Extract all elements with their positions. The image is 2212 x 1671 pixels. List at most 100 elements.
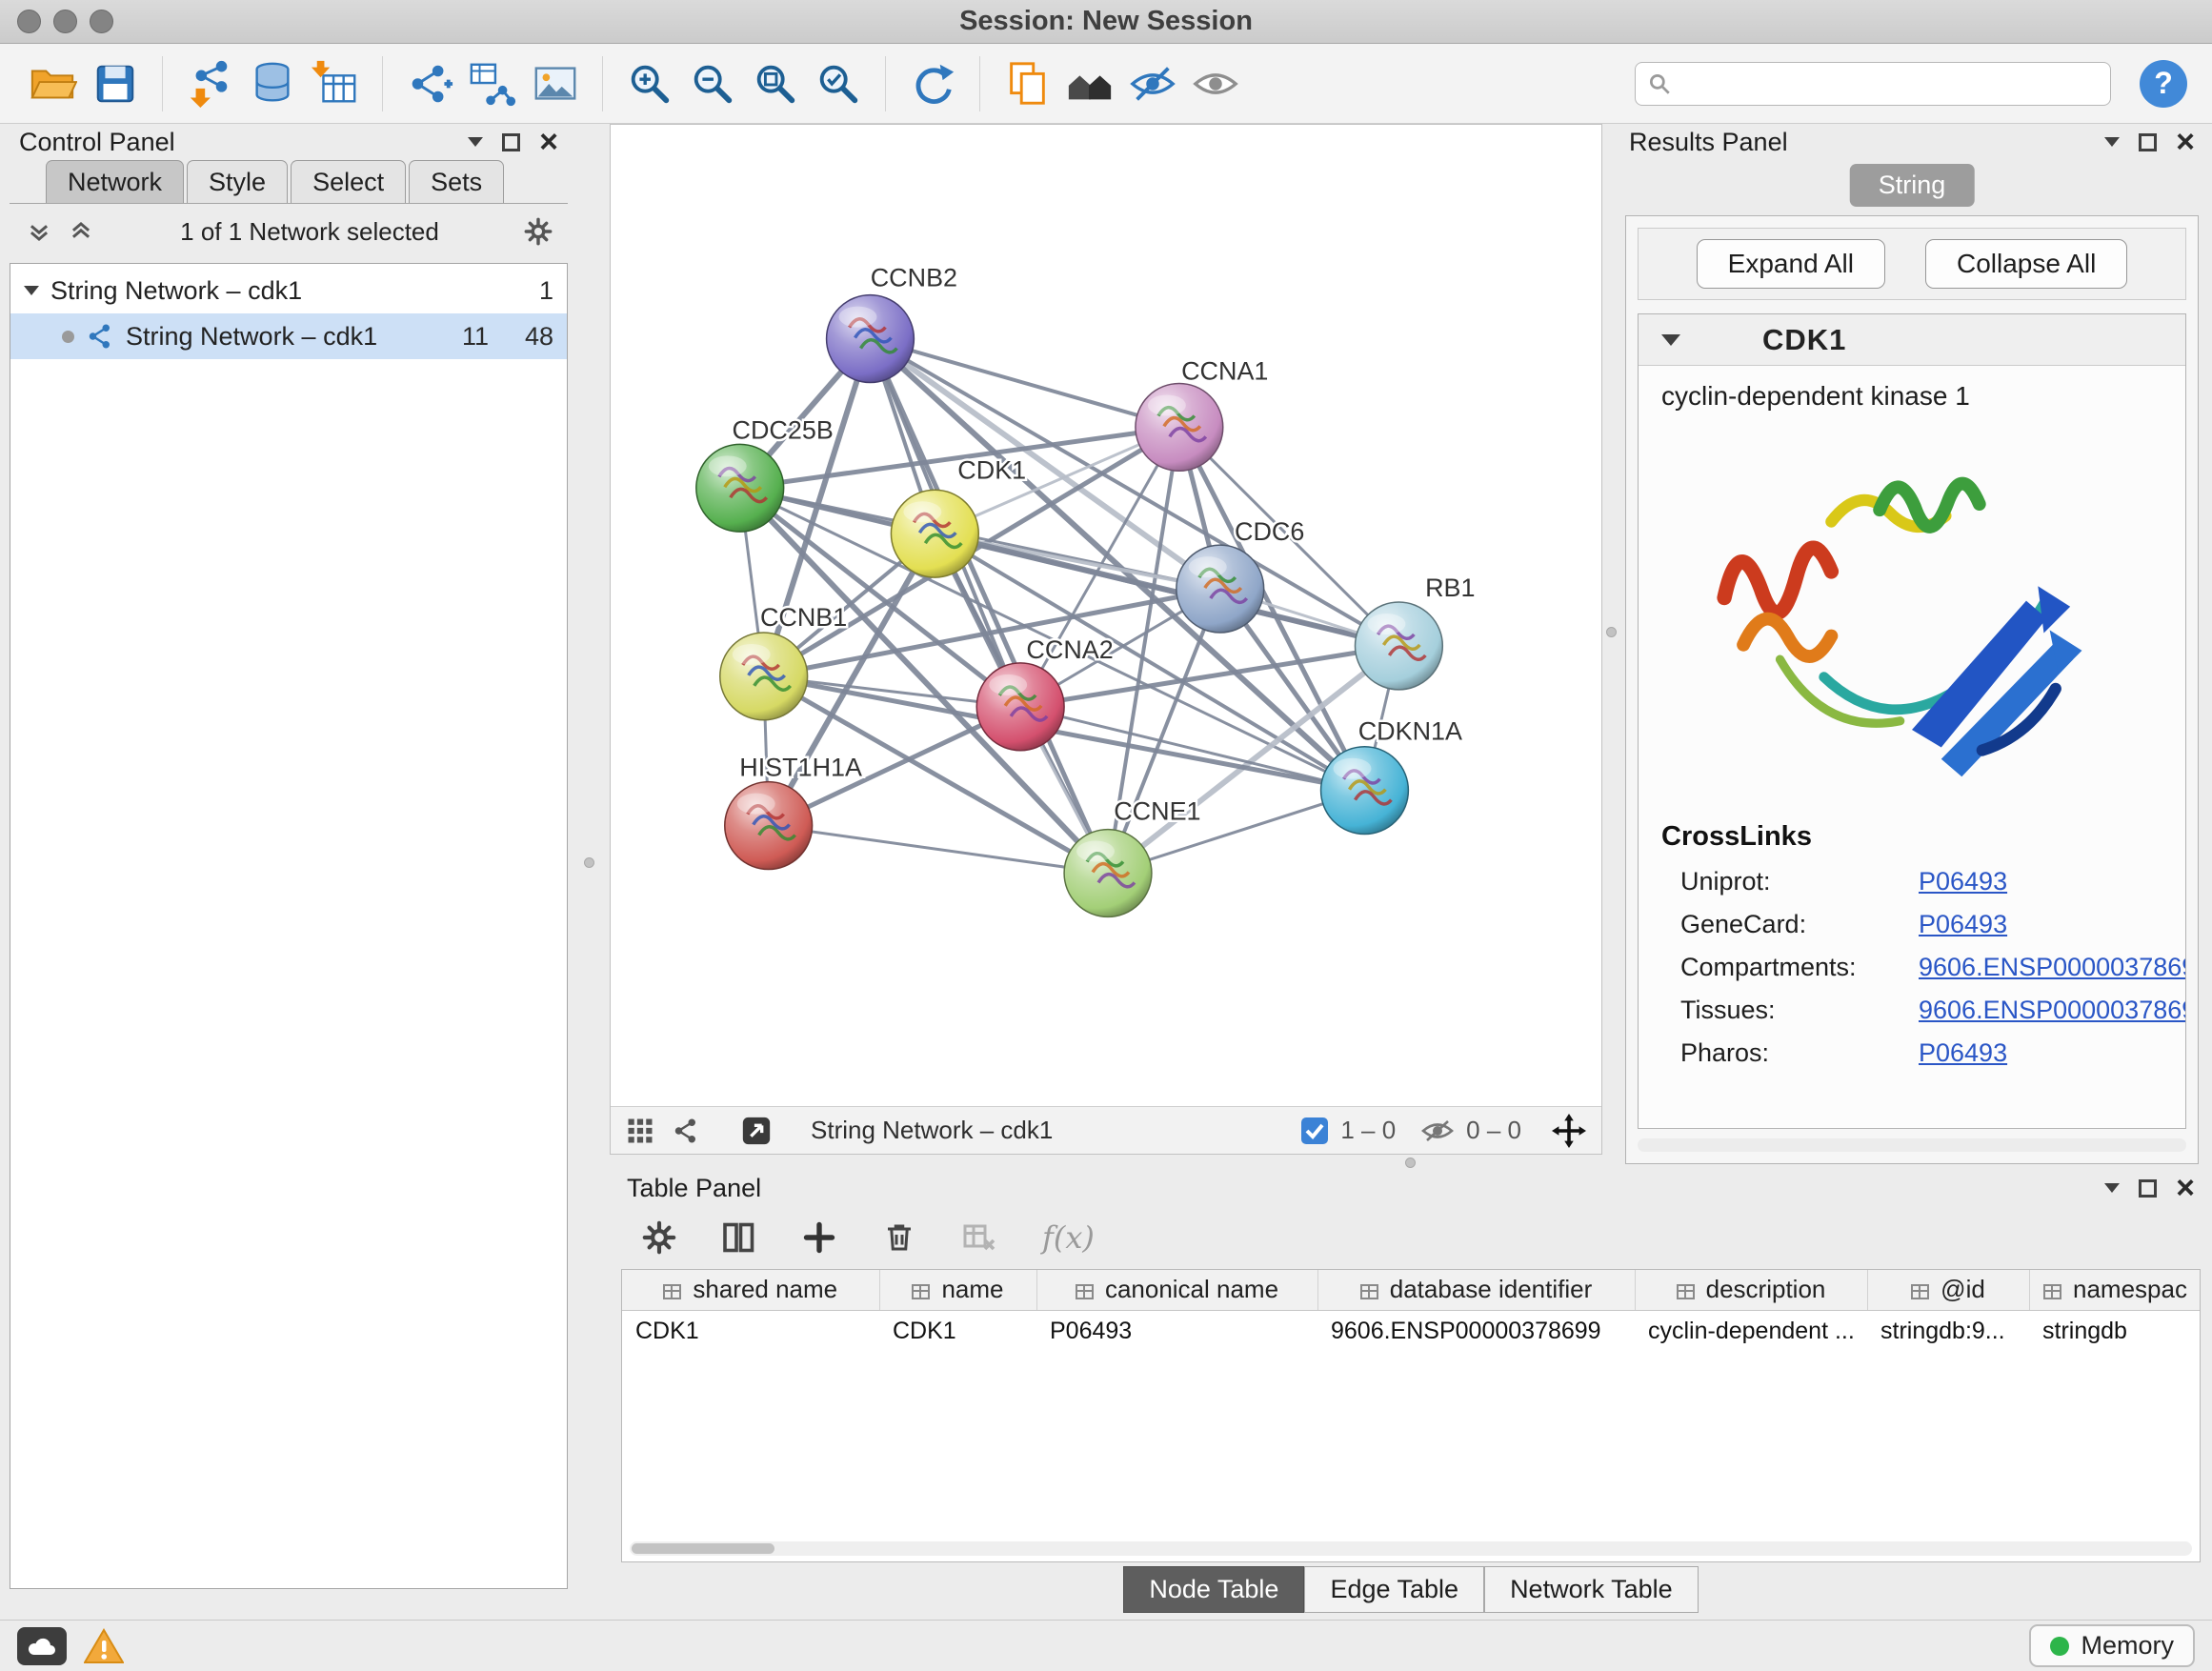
search-input[interactable] bbox=[1681, 69, 2099, 98]
maximize-panel-icon[interactable] bbox=[2139, 1179, 2157, 1198]
table-cell[interactable]: P06493 bbox=[1036, 1310, 1317, 1352]
collapse-entry-icon[interactable] bbox=[1661, 334, 1680, 346]
vertical-splitter-handle[interactable] bbox=[1606, 627, 1617, 637]
zoom-selected-icon[interactable] bbox=[811, 55, 866, 112]
tissues-link[interactable]: 9606.ENSP00000378699 bbox=[1919, 996, 2186, 1025]
tab-network[interactable]: Network bbox=[46, 160, 184, 203]
network-edge[interactable] bbox=[870, 339, 1108, 874]
export-network-icon[interactable] bbox=[740, 1115, 773, 1147]
node-result-description: cyclin-dependent kinase 1 bbox=[1639, 366, 2185, 417]
table-cell[interactable]: 9606.ENSP00000378699 bbox=[1317, 1310, 1635, 1352]
network-overview-icon[interactable] bbox=[672, 1117, 700, 1145]
table-cell[interactable]: stringdb:9... bbox=[1867, 1310, 2029, 1352]
delete-column-icon[interactable] bbox=[882, 1220, 916, 1255]
tab-string[interactable]: String bbox=[1850, 164, 1975, 207]
maximize-panel-icon[interactable] bbox=[502, 133, 520, 151]
close-panel-icon[interactable]: × bbox=[2176, 1172, 2195, 1204]
close-panel-icon[interactable]: × bbox=[2176, 126, 2195, 158]
horizontal-splitter-handle[interactable] bbox=[1405, 1158, 1416, 1168]
tab-style[interactable]: Style bbox=[187, 160, 288, 203]
column-header[interactable]: namespac bbox=[2029, 1270, 2201, 1310]
warning-icon[interactable] bbox=[84, 1628, 124, 1664]
network-graph[interactable]: CCNB2CCNA1CDC25BCDK1CDC6RB1CCNB1CCNA2CDK… bbox=[611, 125, 1601, 1106]
tab-network-table[interactable]: Network Table bbox=[1484, 1566, 1699, 1613]
import-network-file-icon[interactable] bbox=[182, 55, 237, 112]
export-image-icon[interactable] bbox=[528, 55, 583, 112]
zoom-out-icon[interactable] bbox=[685, 55, 740, 112]
add-column-icon[interactable] bbox=[802, 1220, 836, 1255]
open-session-icon[interactable] bbox=[25, 55, 80, 112]
tab-node-table[interactable]: Node Table bbox=[1123, 1566, 1304, 1613]
hidden-eye-icon[interactable] bbox=[1420, 1117, 1455, 1144]
compartments-link[interactable]: 9606.ENSP00000378699 bbox=[1919, 953, 2186, 982]
close-window-button[interactable] bbox=[17, 10, 41, 33]
show-all-icon[interactable] bbox=[1188, 55, 1243, 112]
table-horizontal-scrollbar[interactable] bbox=[630, 1541, 2192, 1556]
collapse-all-icon[interactable] bbox=[25, 217, 53, 246]
float-panel-icon[interactable] bbox=[468, 137, 483, 147]
vertical-splitter-handle[interactable] bbox=[584, 857, 594, 868]
network-from-table-icon[interactable] bbox=[465, 55, 520, 112]
tab-select[interactable]: Select bbox=[291, 160, 406, 203]
network-collection-row[interactable]: String Network – cdk1 1 bbox=[10, 268, 567, 313]
table-cell[interactable]: CDK1 bbox=[622, 1310, 879, 1352]
search-box[interactable] bbox=[1635, 62, 2111, 106]
table-cell[interactable]: stringdb bbox=[2029, 1310, 2201, 1352]
network-view-title: String Network – cdk1 bbox=[811, 1116, 1053, 1145]
uniprot-link[interactable]: P06493 bbox=[1919, 867, 2007, 896]
help-icon[interactable]: ? bbox=[2140, 60, 2187, 108]
zoom-in-icon[interactable] bbox=[622, 55, 677, 112]
birdseye-view-icon[interactable] bbox=[1062, 55, 1117, 112]
grid-view-icon[interactable] bbox=[626, 1117, 654, 1145]
collapse-all-button[interactable]: Collapse All bbox=[1925, 239, 2127, 289]
hide-selected-icon[interactable] bbox=[1125, 55, 1180, 112]
tab-sets[interactable]: Sets bbox=[409, 160, 504, 203]
scrollbar-thumb[interactable] bbox=[632, 1543, 774, 1554]
show-columns-icon[interactable] bbox=[722, 1220, 756, 1255]
fit-selected-crosshair-icon[interactable] bbox=[1552, 1114, 1586, 1148]
import-table-icon[interactable] bbox=[308, 55, 363, 112]
column-header[interactable]: name bbox=[879, 1270, 1036, 1310]
function-builder-icon[interactable]: f(x) bbox=[1042, 1219, 1095, 1256]
memory-button[interactable]: Memory bbox=[2029, 1624, 2195, 1667]
open-panel-icon[interactable] bbox=[999, 55, 1055, 112]
maximize-window-button[interactable] bbox=[90, 10, 113, 33]
save-session-icon[interactable] bbox=[88, 55, 143, 112]
delete-table-icon[interactable] bbox=[962, 1220, 996, 1255]
node-result-header[interactable]: CDK1 bbox=[1639, 314, 2185, 366]
column-header[interactable]: database identifier bbox=[1317, 1270, 1635, 1310]
window-controls[interactable] bbox=[17, 10, 113, 33]
zoom-fit-icon[interactable] bbox=[748, 55, 803, 112]
column-header[interactable]: shared name bbox=[622, 1270, 879, 1310]
expand-all-icon[interactable] bbox=[67, 217, 95, 246]
table-cell[interactable]: CDK1 bbox=[879, 1310, 1036, 1352]
network-edge[interactable] bbox=[769, 826, 1108, 874]
network-row[interactable]: String Network – cdk1 11 48 bbox=[10, 313, 567, 359]
pharos-link[interactable]: P06493 bbox=[1919, 1038, 2007, 1068]
table-settings-gear-icon[interactable] bbox=[642, 1220, 676, 1255]
column-header[interactable]: @id bbox=[1867, 1270, 2029, 1310]
expand-all-button[interactable]: Expand All bbox=[1697, 239, 1885, 289]
maximize-panel-icon[interactable] bbox=[2139, 133, 2157, 151]
genecard-link[interactable]: P06493 bbox=[1919, 910, 2007, 939]
window-title: Session: New Session bbox=[959, 6, 1253, 37]
minimize-window-button[interactable] bbox=[53, 10, 77, 33]
cloud-icon[interactable] bbox=[17, 1627, 67, 1665]
import-network-database-icon[interactable] bbox=[245, 55, 300, 112]
column-header[interactable]: description bbox=[1635, 1270, 1867, 1310]
new-network-icon[interactable] bbox=[402, 55, 457, 112]
float-panel-icon[interactable] bbox=[2104, 1183, 2120, 1193]
selected-checkbox-icon[interactable] bbox=[1300, 1117, 1329, 1145]
column-header[interactable]: canonical name bbox=[1036, 1270, 1317, 1310]
table-row[interactable]: CDK1CDK1P064939606.ENSP00000378699cyclin… bbox=[622, 1310, 2201, 1352]
tab-edge-table[interactable]: Edge Table bbox=[1304, 1566, 1484, 1613]
table-tabs: Node Table Edge Table Network Table bbox=[617, 1562, 2204, 1616]
close-panel-icon[interactable]: × bbox=[539, 126, 558, 158]
table-cell[interactable]: cyclin-dependent ... bbox=[1635, 1310, 1867, 1352]
float-panel-icon[interactable] bbox=[2104, 137, 2120, 147]
status-bar: Memory bbox=[0, 1620, 2212, 1671]
apply-layout-icon[interactable] bbox=[905, 55, 960, 112]
tree-expand-icon[interactable] bbox=[24, 286, 39, 295]
gear-icon[interactable] bbox=[524, 217, 553, 246]
results-horizontal-scrollbar[interactable] bbox=[1638, 1138, 2186, 1152]
